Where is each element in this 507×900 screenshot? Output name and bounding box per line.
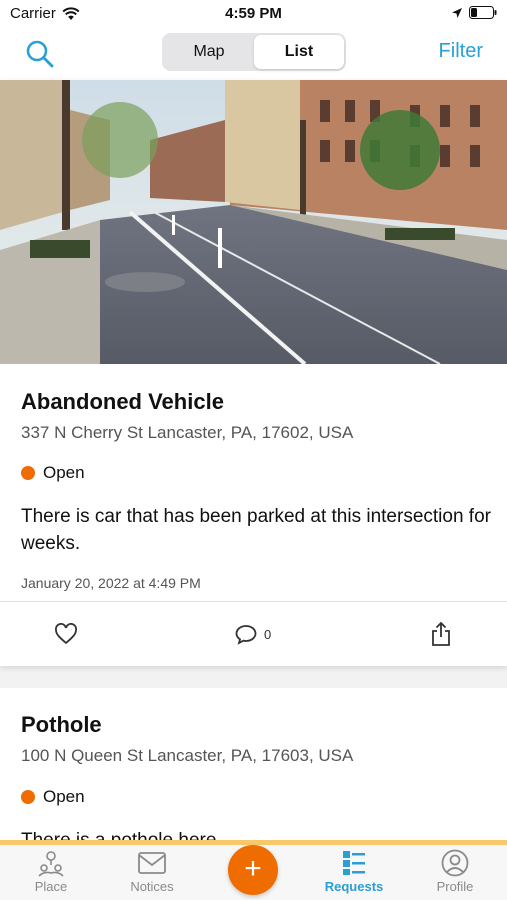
tab-notices-label: Notices bbox=[130, 879, 174, 894]
comment-count: 0 bbox=[264, 626, 272, 642]
comment-button[interactable]: 0 bbox=[234, 623, 271, 645]
view-mode-segmented-control: Map List bbox=[162, 33, 346, 71]
nav-bar: Map List Filter bbox=[0, 28, 507, 80]
share-button[interactable] bbox=[430, 621, 452, 647]
request-address: 100 N Queen St Lancaster, PA, 17603, USA bbox=[21, 746, 354, 765]
add-request-button[interactable]: + bbox=[228, 845, 278, 895]
tab-profile-label: Profile bbox=[436, 879, 474, 894]
request-title: Pothole bbox=[21, 712, 102, 737]
request-photo bbox=[0, 80, 507, 364]
like-button[interactable] bbox=[54, 623, 78, 645]
tab-requests-label: Requests bbox=[324, 879, 384, 894]
tab-requests[interactable]: Requests bbox=[309, 849, 399, 894]
status-label: Open bbox=[43, 463, 85, 482]
share-icon bbox=[432, 621, 450, 646]
status-right bbox=[451, 6, 497, 19]
status-badge: Open bbox=[21, 787, 85, 807]
heart-icon bbox=[55, 623, 77, 645]
envelope-icon bbox=[138, 852, 166, 874]
request-title: Abandoned Vehicle bbox=[21, 389, 224, 414]
status-bar: Carrier 4:59 PM bbox=[0, 0, 507, 28]
search-icon bbox=[26, 40, 54, 68]
tab-place-label: Place bbox=[34, 879, 68, 894]
status-label: Open bbox=[43, 787, 85, 806]
place-icon bbox=[38, 851, 64, 877]
segment-map[interactable]: Map bbox=[164, 35, 254, 69]
tab-profile[interactable]: Profile bbox=[410, 849, 500, 894]
request-description: There is car that has been parked at thi… bbox=[21, 506, 491, 554]
clock: 4:59 PM bbox=[225, 5, 282, 22]
requests-list-icon bbox=[343, 851, 365, 875]
request-address: 337 N Cherry St Lancaster, PA, 17602, US… bbox=[21, 423, 354, 442]
search-button[interactable] bbox=[24, 38, 56, 70]
divider bbox=[0, 601, 507, 602]
tab-place[interactable]: Place bbox=[6, 849, 96, 894]
status-dot bbox=[21, 790, 35, 804]
request-date: January 20, 2022 at 4:49 PM bbox=[21, 575, 201, 591]
battery-icon bbox=[469, 6, 497, 19]
segment-list[interactable]: List bbox=[254, 35, 344, 69]
location-arrow-icon bbox=[452, 7, 462, 18]
comment-icon bbox=[235, 625, 257, 645]
request-card[interactable]: Abandoned Vehicle 337 N Cherry St Lancas… bbox=[0, 80, 507, 666]
filter-button[interactable]: Filter bbox=[439, 40, 483, 63]
request-card[interactable]: Pothole 100 N Queen St Lancaster, PA, 17… bbox=[0, 688, 507, 848]
tab-notices[interactable]: Notices bbox=[107, 849, 197, 894]
profile-icon bbox=[441, 849, 469, 877]
status-dot bbox=[21, 466, 35, 480]
status-badge: Open bbox=[21, 463, 85, 483]
